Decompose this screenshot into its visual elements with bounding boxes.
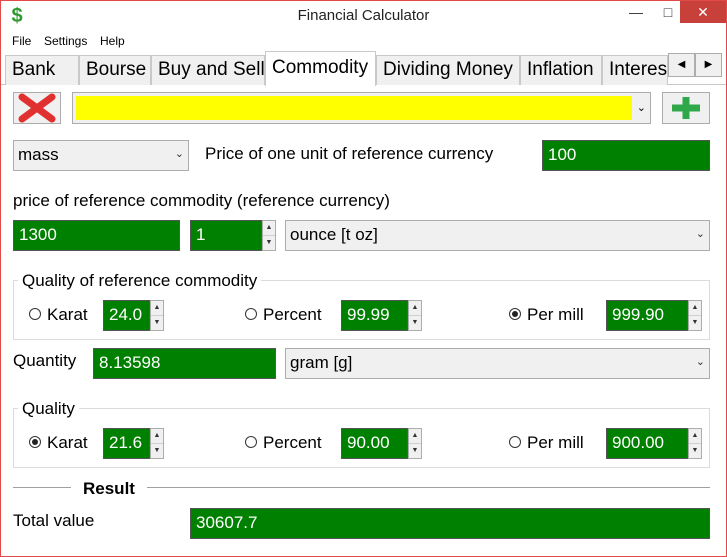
commodity-combo[interactable]: ⌄ xyxy=(72,92,651,124)
permill-field[interactable]: 900.00 xyxy=(606,428,688,459)
quality-label: Quality xyxy=(18,399,79,419)
stepper-up-icon[interactable]: ▲ xyxy=(409,429,421,444)
tab-bourse[interactable]: Bourse xyxy=(79,55,151,85)
add-button[interactable] xyxy=(662,92,710,124)
stepper-up-icon[interactable]: ▲ xyxy=(151,301,163,316)
tab-inflation[interactable]: Inflation xyxy=(520,55,602,85)
ref-commodity-unit-select[interactable]: ounce [t oz] ⌄ xyxy=(285,220,710,251)
total-value-label: Total value xyxy=(13,511,95,530)
green-plus-icon xyxy=(672,97,700,119)
minimize-button[interactable]: — xyxy=(621,1,651,23)
stepper-up-icon[interactable]: ▲ xyxy=(689,301,701,316)
stepper-down-icon[interactable]: ▼ xyxy=(409,444,421,459)
delete-button[interactable] xyxy=(13,92,61,124)
title-bar: $ Financial Calculator — □ ✕ xyxy=(1,1,726,31)
measure-select[interactable]: mass ⌄ xyxy=(13,140,189,171)
maximize-button[interactable]: □ xyxy=(653,1,683,23)
permill-label: Per mill xyxy=(527,433,584,452)
ref-price-label: Price of one unit of reference currency xyxy=(205,144,494,163)
measure-select-value: mass xyxy=(18,145,59,164)
quantity-unit-select[interactable]: gram [g] ⌄ xyxy=(285,348,710,379)
stepper-down-icon[interactable]: ▼ xyxy=(151,444,163,459)
menu-help[interactable]: Help xyxy=(100,34,125,48)
percent-label: Percent xyxy=(263,433,322,452)
ref-commodity-unit-value: ounce [t oz] xyxy=(290,225,378,244)
karat-stepper[interactable]: ▲ ▼ xyxy=(150,428,164,459)
app-window: $ Financial Calculator — □ ✕ File Settin… xyxy=(0,0,727,557)
quantity-label: Quantity xyxy=(13,351,77,370)
quantity-field[interactable]: 8.13598 xyxy=(93,348,276,379)
chevron-down-icon: ⌄ xyxy=(695,356,705,368)
stepper-down-icon[interactable]: ▼ xyxy=(689,444,701,459)
red-x-icon xyxy=(18,93,56,123)
tab-buy-and-sell[interactable]: Buy and Sell xyxy=(151,55,265,85)
ref-percent-radio[interactable] xyxy=(245,308,257,320)
ref-permill-label: Per mill xyxy=(527,305,584,324)
percent-field[interactable]: 90.00 xyxy=(341,428,408,459)
ref-commodity-label: price of reference commodity (reference … xyxy=(13,191,390,210)
percent-stepper[interactable]: ▲ ▼ xyxy=(408,428,422,459)
permill-radio[interactable] xyxy=(509,436,521,448)
ref-karat-radio[interactable] xyxy=(29,308,41,320)
tab-commodity[interactable]: Commodity xyxy=(265,51,376,86)
ref-permill-radio[interactable] xyxy=(509,308,521,320)
ref-permill-stepper[interactable]: ▲ ▼ xyxy=(688,300,702,331)
stepper-up-icon[interactable]: ▲ xyxy=(689,429,701,444)
percent-radio[interactable] xyxy=(245,436,257,448)
ref-percent-field[interactable]: 99.99 xyxy=(341,300,408,331)
window-title: Financial Calculator xyxy=(297,7,430,24)
result-divider-right xyxy=(147,487,710,488)
karat-label: Karat xyxy=(47,433,88,452)
stepper-up-icon[interactable]: ▲ xyxy=(263,221,275,236)
ref-commodity-quantity-field[interactable]: 1 xyxy=(190,220,262,251)
quantity-unit-value: gram [g] xyxy=(290,353,353,372)
chevron-down-icon: ⌄ xyxy=(695,228,705,240)
chevron-down-icon: ⌄ xyxy=(636,102,646,114)
chevron-down-icon: ⌄ xyxy=(174,148,184,160)
commodity-combo-text[interactable] xyxy=(76,96,632,120)
tab-strip: Bank Bourse Buy and Sell Commodity Divid… xyxy=(1,51,726,86)
tab-dividing-money[interactable]: Dividing Money xyxy=(376,55,520,85)
tab-interest[interactable]: Interest xyxy=(602,55,668,85)
ref-permill-field[interactable]: 999.90 xyxy=(606,300,688,331)
stepper-up-icon[interactable]: ▲ xyxy=(409,301,421,316)
karat-field[interactable]: 21.6 xyxy=(103,428,150,459)
tab-scroll-left-icon[interactable]: ◀ xyxy=(668,53,695,77)
permill-stepper[interactable]: ▲ ▼ xyxy=(688,428,702,459)
stepper-down-icon[interactable]: ▼ xyxy=(689,316,701,331)
total-value-field[interactable]: 30607.7 xyxy=(190,508,710,539)
menu-file[interactable]: File xyxy=(12,34,31,48)
ref-commodity-price-field[interactable]: 1300 xyxy=(13,220,180,251)
ref-quality-label: Quality of reference commodity xyxy=(18,271,262,291)
ref-price-field[interactable]: 100 xyxy=(542,140,710,171)
ref-commodity-quantity-stepper[interactable]: ▲ ▼ xyxy=(262,220,276,251)
stepper-down-icon[interactable]: ▼ xyxy=(151,316,163,331)
karat-radio[interactable] xyxy=(29,436,41,448)
close-button[interactable]: ✕ xyxy=(680,1,726,23)
ref-percent-stepper[interactable]: ▲ ▼ xyxy=(408,300,422,331)
tab-scroll-right-icon[interactable]: ▶ xyxy=(695,53,722,77)
ref-percent-label: Percent xyxy=(263,305,322,324)
ref-karat-label: Karat xyxy=(47,305,88,324)
stepper-down-icon[interactable]: ▼ xyxy=(263,236,275,251)
ref-karat-stepper[interactable]: ▲ ▼ xyxy=(150,300,164,331)
stepper-up-icon[interactable]: ▲ xyxy=(151,429,163,444)
stepper-down-icon[interactable]: ▼ xyxy=(409,316,421,331)
ref-karat-field[interactable]: 24.0 xyxy=(103,300,150,331)
result-divider-left xyxy=(13,487,71,488)
menu-settings[interactable]: Settings xyxy=(44,34,87,48)
result-heading: Result xyxy=(83,479,135,498)
tab-bank[interactable]: Bank xyxy=(5,55,79,85)
menu-bar: File Settings Help xyxy=(1,31,726,51)
